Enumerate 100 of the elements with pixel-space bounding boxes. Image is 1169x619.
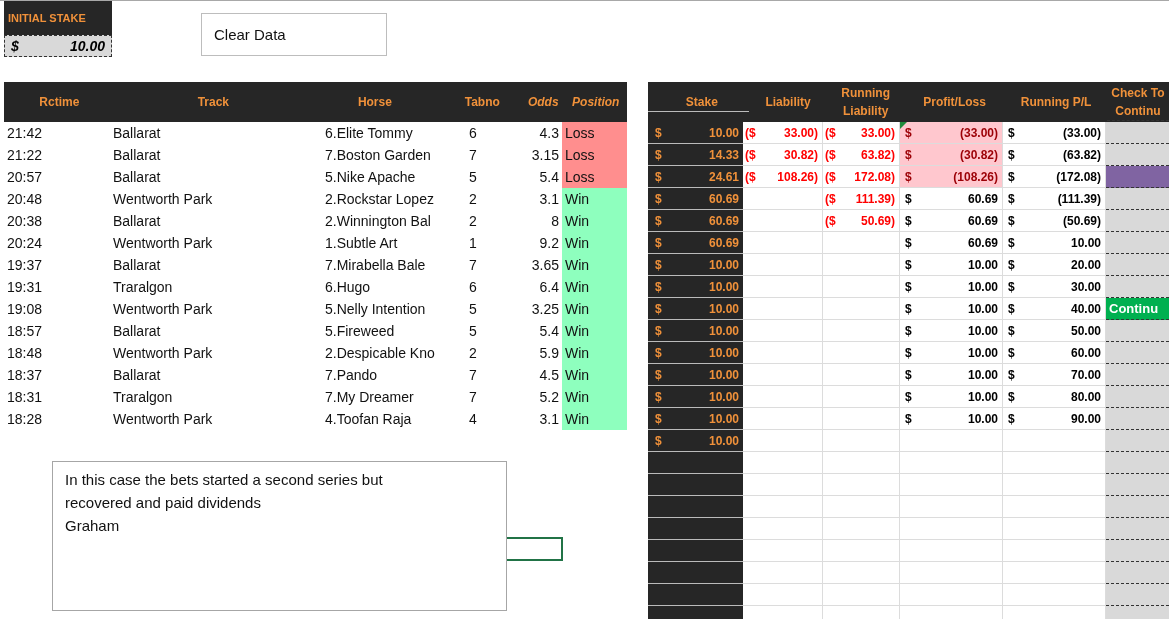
cell-value: 50.00 [1070,323,1101,338]
currency-symbol: $ [655,235,662,250]
table-cell-text: Traralgon [113,388,174,407]
cell-value: 111.39) [855,191,895,206]
currency-symbol: $ [1008,367,1015,382]
table-cell-text: Ballarat [113,124,162,143]
currency-symbol: $ [655,257,662,272]
currency-symbol: $ [655,345,662,360]
column-header: Odds [526,95,560,109]
column-header: Track [196,95,231,109]
table-cell [1106,584,1169,606]
cell-value: (108.26) [953,169,998,184]
table-cell-text: 20:24 [6,234,44,253]
table-cell: Continu [1106,298,1169,320]
cell-value: (63.82) [1062,147,1101,162]
initial-stake-label: INITIAL STAKE [4,1,112,35]
table-cell-text: Wentworth Park [113,234,214,253]
cell-value: 14.33 [708,147,739,162]
cell-value: 10.00 [69,38,105,54]
currency-symbol: $ [1008,389,1015,404]
column-header: Horse [356,95,393,109]
table-cell-text: 6.4 [538,278,560,297]
currency-symbol: $ [655,279,662,294]
currency-symbol: $ [1008,235,1015,250]
table-cell: Loss [562,122,627,144]
table-cell-text: 5.Nike Apache [325,168,417,187]
cell-value: (30.82) [959,147,998,162]
table-cell-text: 3.1 [538,410,560,429]
column-header: Running P/L [1019,94,1093,111]
currency-symbol: $ [655,169,662,184]
cell-value: 10.00 [708,433,739,448]
currency-symbol: ($ [745,147,756,162]
currency-symbol: $ [655,125,662,140]
table-cell-text: 21:22 [6,146,44,165]
table-cell-text: 20:48 [6,190,44,209]
table-cell [1106,518,1169,540]
cell-value: 80.00 [1070,389,1101,404]
initial-stake-cell[interactable]: $ 10.00 [4,35,112,57]
table-cell-text: 19:37 [6,256,44,275]
table-cell-text: 2.Winnington Bal [325,212,432,231]
currency-symbol: $ [655,367,662,382]
selected-cell[interactable] [507,537,563,561]
text-box[interactable]: In this case the bets started a second series but recovered and paid dividends Graham [52,461,507,611]
table-cell-text: 3.1 [538,190,560,209]
table-cell-text: 2.Despicable Kno [325,344,436,363]
cell-value: 10.00 [967,301,998,316]
table-cell: Win [562,276,627,298]
cell-value: 10.00 [708,411,739,426]
note-text: Graham [65,516,121,536]
table-cell-text: Ballarat [113,212,162,231]
cell-value: 10.00 [967,411,998,426]
currency-symbol: $ [1008,279,1015,294]
cell-value: 40.00 [1070,301,1101,316]
clear-data-button[interactable]: Clear Data [201,13,387,56]
cell-value: 10.00 [708,389,739,404]
table-cell-text: 18:37 [6,366,44,385]
currency-symbol: $ [1008,345,1015,360]
table-cell: Win [562,386,627,408]
table-cell-text: 18:48 [6,344,44,363]
currency-symbol: $ [905,257,912,272]
column-header: Tabno [463,95,501,109]
table-cell: Win [562,408,627,430]
currency-symbol: $ [905,345,912,360]
table-cell-text: 5.4 [538,322,560,341]
currency-symbol: $ [905,323,912,338]
table-cell-text: Ballarat [113,366,162,385]
table-cell-text: 2.Rockstar Lopez [325,190,435,209]
table-cell [1106,496,1169,518]
cell-value: (50.69) [1062,213,1101,228]
currency-symbol: $ [1008,301,1015,316]
currency-symbol: $ [905,125,912,140]
currency-symbol: $ [655,191,662,206]
table-cell-text: Ballarat [113,168,162,187]
currency-symbol: $ [905,367,912,382]
currency-symbol: $ [905,235,912,250]
table-cell-text: 2 [468,212,478,231]
currency-symbol: $ [1008,169,1015,184]
cell-value: 10.00 [1070,235,1101,250]
cell-value: 20.00 [1070,257,1101,272]
table-cell-text: Wentworth Park [113,300,214,319]
table-cell-text: 2 [468,344,478,363]
column-header: Check To Continu [1106,83,1169,121]
table-cell-text: 19:08 [6,300,44,319]
table-cell-text: Wentworth Park [113,344,214,363]
cell-value: 172.08) [854,169,895,184]
table-cell-text: 7 [468,256,478,275]
currency-symbol: $ [1008,213,1015,228]
table-cell-text: 5 [468,322,478,341]
table-cell-text: Wentworth Park [113,410,214,429]
table-cell-text: 7 [468,366,478,385]
cell-value: 60.69 [967,235,998,250]
currency-symbol: ($ [825,147,836,162]
currency-symbol: ($ [745,169,756,184]
currency-symbol: $ [655,411,662,426]
table-cell-text: 18:57 [6,322,44,341]
cell-value: 10.00 [967,345,998,360]
currency-symbol: ($ [825,169,836,184]
currency-symbol: $ [655,323,662,338]
currency-symbol: $ [1008,191,1015,206]
table-cell-text: 5.Fireweed [325,322,396,341]
